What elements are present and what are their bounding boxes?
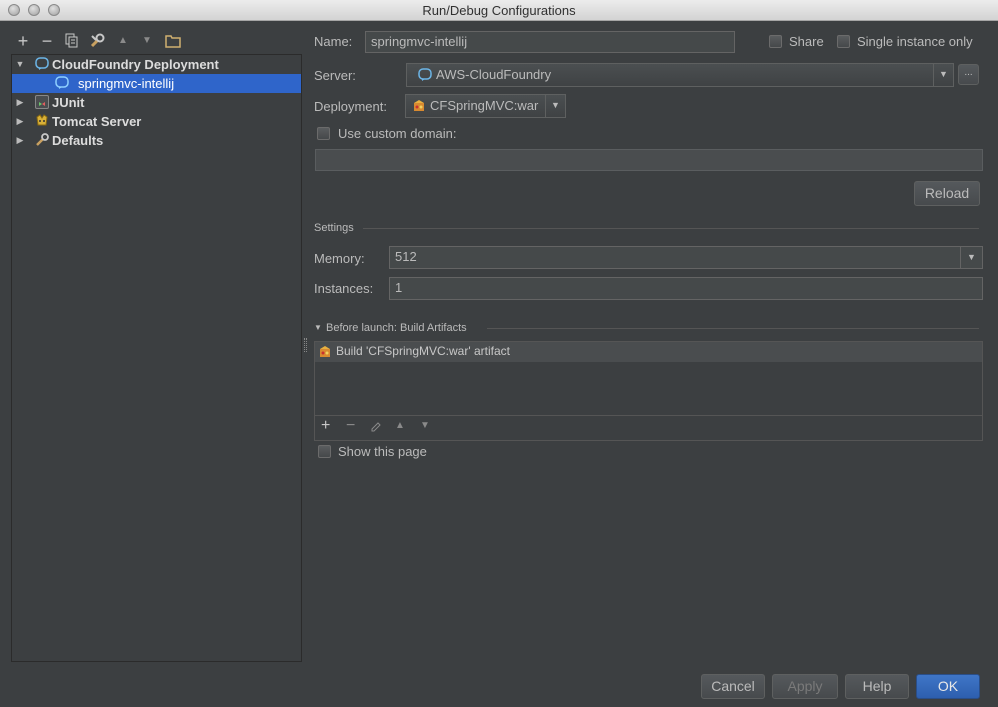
deployment-select[interactable]: CFSpringMVC:war ▼ — [405, 94, 566, 118]
add-configuration-button[interactable]: + — [15, 32, 31, 50]
zoom-window-button[interactable] — [48, 4, 60, 16]
deployment-label: Deployment: — [314, 99, 387, 114]
instances-label: Instances: — [314, 281, 374, 296]
list-toolbar-divider — [315, 415, 982, 416]
cloudfoundry-icon — [55, 76, 69, 90]
memory-value: 512 — [395, 249, 417, 264]
tomcat-icon — [35, 114, 49, 128]
cloudfoundry-icon — [418, 68, 432, 88]
chevron-down-icon[interactable]: ▼ — [545, 95, 565, 117]
pencil-icon[interactable] — [370, 421, 382, 436]
tree-item-cloudfoundry-deployment[interactable]: ▼ CloudFoundry Deployment — [12, 55, 301, 74]
tree-item-label: JUnit — [52, 95, 85, 110]
deployment-select-value: CFSpringMVC:war — [430, 98, 539, 113]
settings-section-label: Settings — [314, 222, 354, 234]
expand-arrow-icon[interactable]: ▶ — [15, 93, 25, 112]
memory-label: Memory: — [314, 251, 365, 266]
show-page-checkbox[interactable] — [318, 445, 331, 458]
tree-item-springmvc-intellij[interactable]: springmvc-intellij — [12, 74, 301, 93]
defaults-icon — [35, 133, 49, 147]
list-item-label: Build 'CFSpringMVC:war' artifact — [336, 344, 510, 358]
window-title: Run/Debug Configurations — [422, 3, 576, 18]
show-page-label: Show this page — [338, 444, 427, 459]
remove-task-button[interactable]: − — [346, 417, 355, 435]
custom-domain-input[interactable] — [315, 149, 983, 171]
tree-item-label: springmvc-intellij — [78, 76, 175, 91]
window-titlebar: Run/Debug Configurations — [0, 0, 998, 21]
instances-input[interactable]: 1 — [389, 277, 983, 300]
name-label: Name: — [314, 34, 353, 49]
move-up-button[interactable]: ▲ — [115, 33, 131, 49]
artifact-icon — [318, 345, 332, 362]
drag-handle-icon[interactable] — [304, 338, 307, 352]
tree-item-label: Tomcat Server — [52, 114, 142, 129]
collapse-arrow-icon[interactable]: ▼ — [314, 323, 322, 332]
folder-icon[interactable] — [165, 33, 181, 49]
close-window-button[interactable] — [8, 4, 20, 16]
single-instance-label: Single instance only — [857, 34, 973, 49]
settings-divider — [363, 228, 979, 229]
expand-arrow-icon[interactable]: ▼ — [15, 55, 25, 74]
tree-item-defaults[interactable]: ▶ Defaults — [12, 131, 301, 150]
add-task-button[interactable]: + — [321, 417, 330, 435]
share-label: Share — [789, 34, 824, 49]
apply-button[interactable]: Apply — [772, 674, 838, 699]
remove-configuration-button[interactable]: − — [39, 32, 55, 50]
server-select-value: AWS-CloudFoundry — [436, 67, 552, 82]
tree-item-label: Defaults — [52, 133, 104, 148]
expand-arrow-icon[interactable]: ▶ — [15, 112, 25, 131]
move-task-up-button[interactable]: ▲ — [395, 420, 405, 431]
cloudfoundry-icon — [35, 57, 49, 71]
move-down-button[interactable]: ▼ — [139, 33, 155, 49]
custom-domain-label: Use custom domain: — [338, 126, 457, 141]
server-label: Server: — [314, 68, 356, 83]
single-instance-checkbox[interactable] — [837, 35, 850, 48]
chevron-down-icon[interactable]: ▼ — [960, 247, 982, 268]
artifact-icon — [412, 99, 426, 119]
server-more-button[interactable]: ... — [958, 64, 979, 85]
expand-arrow-icon[interactable]: ▶ — [15, 131, 25, 150]
memory-combobox[interactable]: 512 ▼ — [389, 246, 983, 269]
cancel-button[interactable]: Cancel — [701, 674, 765, 699]
before-launch-label: Before launch: Build Artifacts — [326, 322, 467, 334]
tree-item-tomcat-server[interactable]: ▶ Tomcat Server — [12, 112, 301, 131]
wrench-icon[interactable] — [89, 33, 105, 49]
reload-button[interactable]: Reload — [914, 181, 980, 206]
share-checkbox[interactable] — [769, 35, 782, 48]
minimize-window-button[interactable] — [28, 4, 40, 16]
custom-domain-checkbox[interactable] — [317, 127, 330, 140]
before-launch-list[interactable]: Build 'CFSpringMVC:war' artifact + − ▲ ▼ — [314, 341, 983, 441]
junit-icon — [35, 95, 49, 109]
before-launch-divider — [487, 328, 979, 329]
copy-icon[interactable] — [64, 33, 80, 49]
configurations-tree[interactable]: ▼ CloudFoundry Deployment springmvc-inte… — [11, 54, 302, 662]
help-button[interactable]: Help — [845, 674, 909, 699]
name-input[interactable]: springmvc-intellij — [365, 31, 735, 53]
chevron-down-icon[interactable]: ▼ — [933, 64, 953, 86]
list-item[interactable]: Build 'CFSpringMVC:war' artifact — [315, 342, 982, 362]
tree-item-label: CloudFoundry Deployment — [52, 57, 219, 72]
ok-button[interactable]: OK — [916, 674, 980, 699]
server-select[interactable]: AWS-CloudFoundry ▼ — [406, 63, 954, 87]
tree-item-junit[interactable]: ▶ JUnit — [12, 93, 301, 112]
move-task-down-button[interactable]: ▼ — [420, 420, 430, 431]
